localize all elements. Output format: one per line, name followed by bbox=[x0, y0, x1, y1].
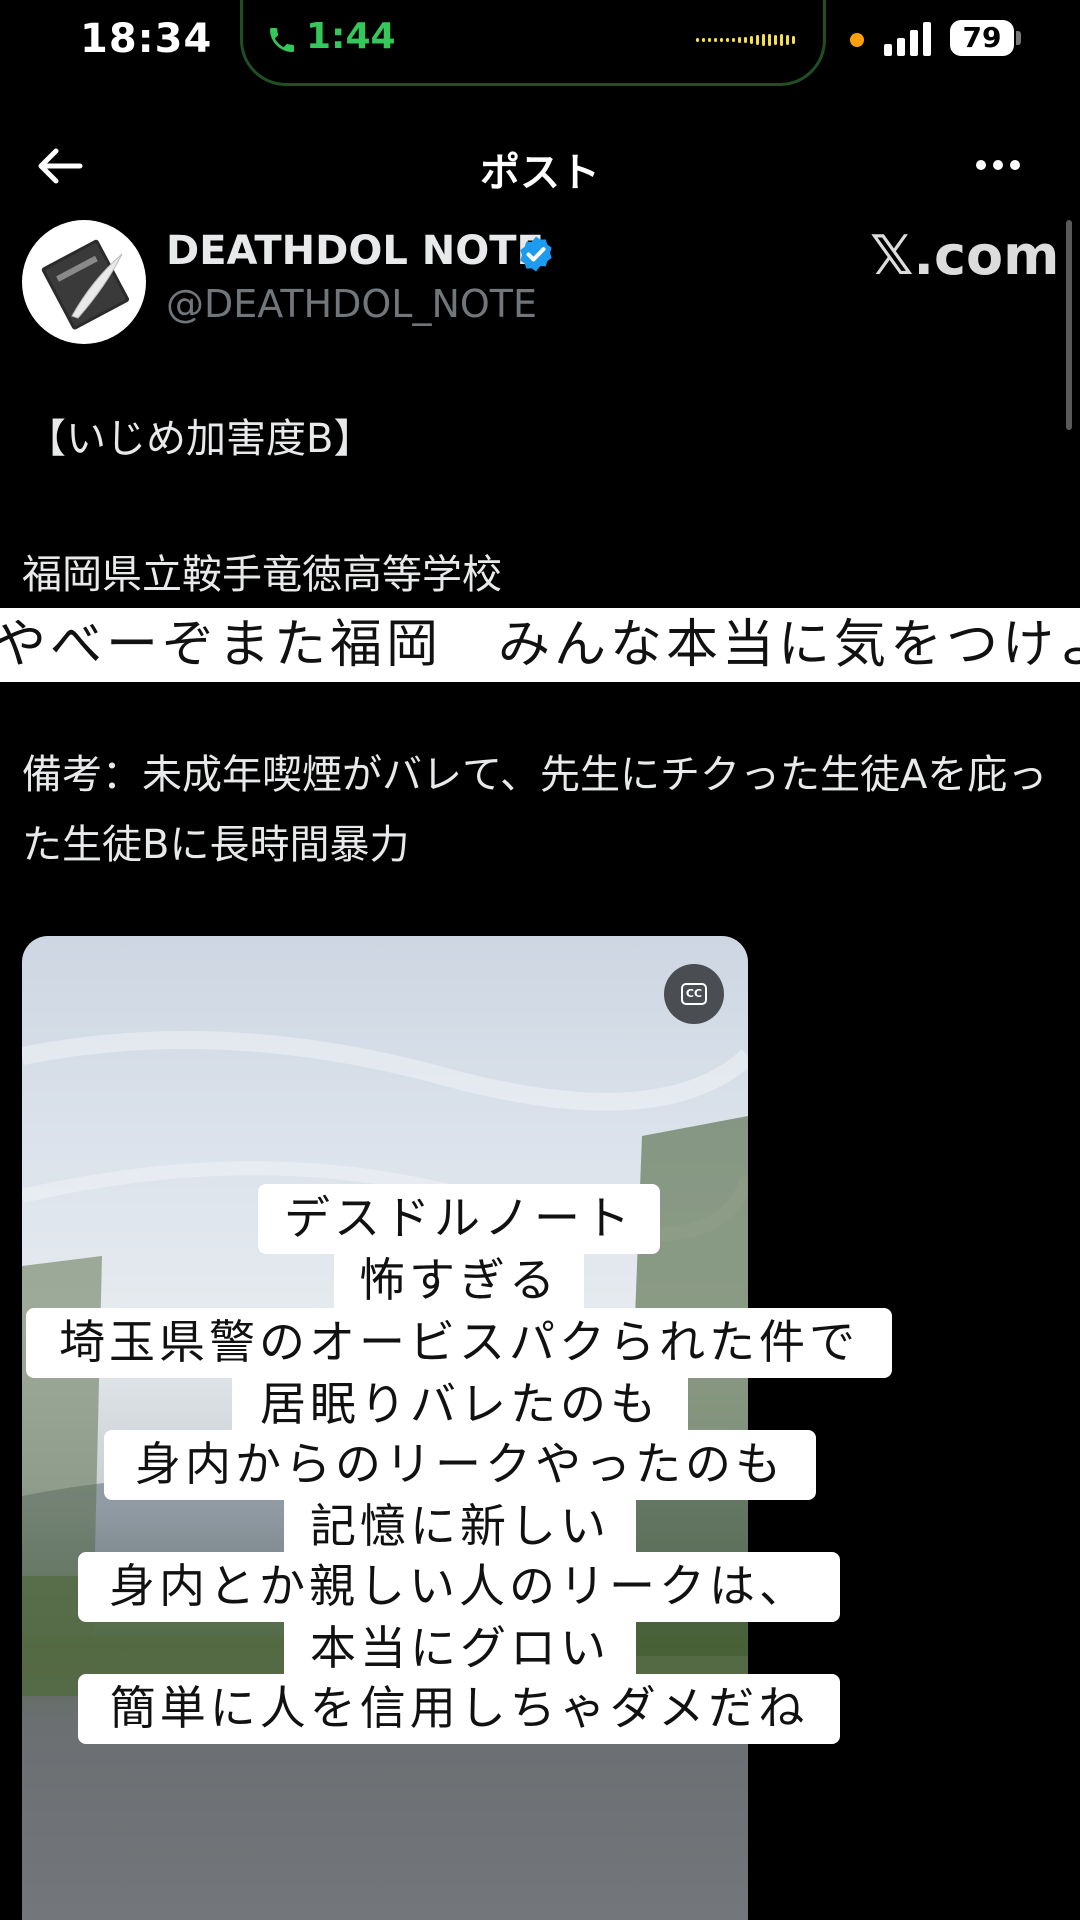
closed-captions-icon[interactable]: CC bbox=[664, 964, 724, 1024]
battery-cap bbox=[1016, 31, 1021, 45]
signal-icon bbox=[884, 20, 931, 56]
avatar[interactable] bbox=[22, 220, 146, 344]
video-caption: 身内とか親しい人のリークは、 bbox=[78, 1552, 840, 1622]
privacy-indicator-dot bbox=[850, 33, 864, 47]
video-caption: 身内からのリークやったのも bbox=[104, 1430, 816, 1500]
phone-icon bbox=[270, 28, 294, 52]
post-school-line: 福岡県立鞍手竜徳高等学校 bbox=[22, 552, 502, 598]
author-handle[interactable]: @DEATHDOL_NOTE bbox=[166, 282, 537, 326]
verified-icon bbox=[520, 236, 552, 272]
page-title: ポスト bbox=[480, 150, 600, 196]
video-caption: 簡単に人を信用しちゃダメだね bbox=[78, 1674, 840, 1744]
call-duration: 1:44 bbox=[306, 16, 396, 57]
overlay-comment: やべーぞまた福岡 みんな本当に気をつけよ bbox=[0, 608, 1080, 682]
post-note-line: 備考：未成年喫煙がバレて、先生にチクった生徒Aを庇った生徒Bに長時間暴力 bbox=[22, 752, 1048, 868]
status-time: 18:34 bbox=[80, 16, 213, 62]
author-display-name[interactable]: DEATHDOL NOTE bbox=[166, 228, 544, 274]
video-caption: デスドルノート bbox=[258, 1184, 660, 1254]
more-icon[interactable] bbox=[976, 160, 1020, 170]
post-tag-line: 【いじめ加害度B】 bbox=[26, 416, 374, 462]
overlay-comment-text: やべーぞまた福岡 みんな本当に気をつけよ bbox=[0, 615, 1080, 675]
video-caption: 埼玉県警のオービスパクられた件で bbox=[26, 1308, 892, 1378]
video-caption: 怖すぎる bbox=[334, 1246, 584, 1316]
battery-level: 79 bbox=[950, 20, 1014, 56]
scrollbar[interactable] bbox=[1066, 220, 1072, 430]
call-waveform bbox=[696, 34, 795, 46]
site-watermark: 𝕏.com bbox=[870, 224, 1060, 287]
